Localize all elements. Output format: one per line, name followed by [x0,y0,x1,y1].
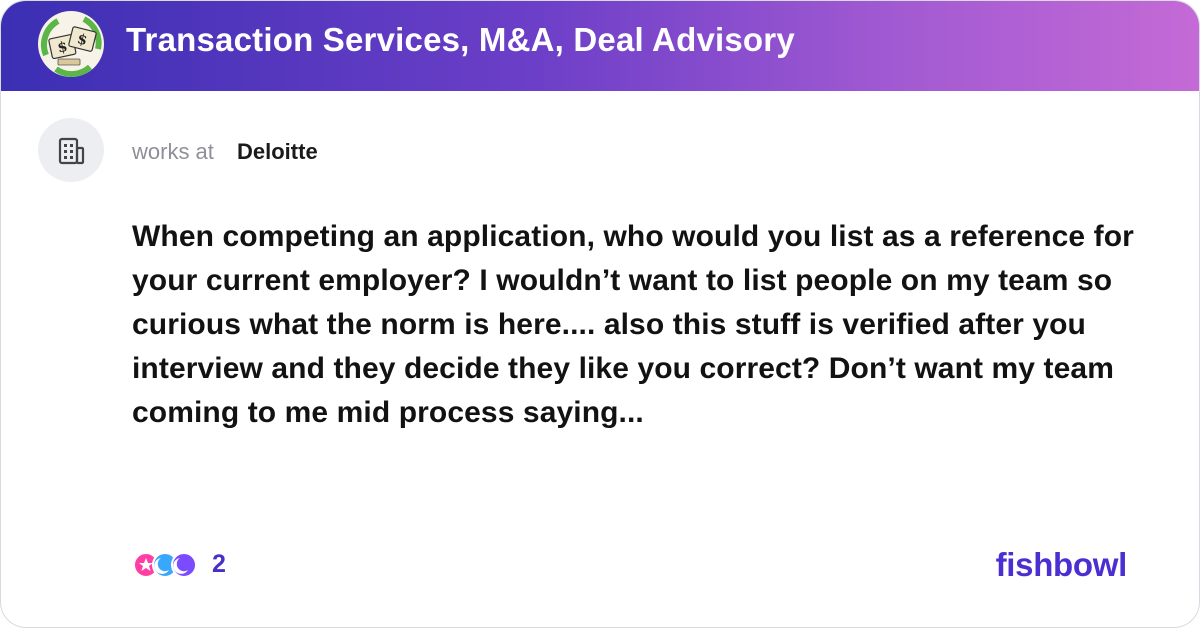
post-body: When competing an application, who would… [132,220,1134,429]
post-card[interactable]: $ $ Transaction Services, M&A, Deal Advi… [0,0,1200,628]
building-icon [38,118,104,182]
works-at-label: works at [132,139,214,164]
reaction-icons[interactable] [132,549,198,581]
bowl-header[interactable]: $ $ Transaction Services, M&A, Deal Advi… [1,1,1199,91]
bowl-title[interactable]: Transaction Services, M&A, Deal Advisory [126,21,795,59]
reaction-count: 2 [212,550,226,578]
money-recycle-icon: $ $ [38,11,104,77]
fishbowl-logo[interactable]: fishbowl [996,546,1128,584]
company-name[interactable]: Deloitte [237,139,318,165]
